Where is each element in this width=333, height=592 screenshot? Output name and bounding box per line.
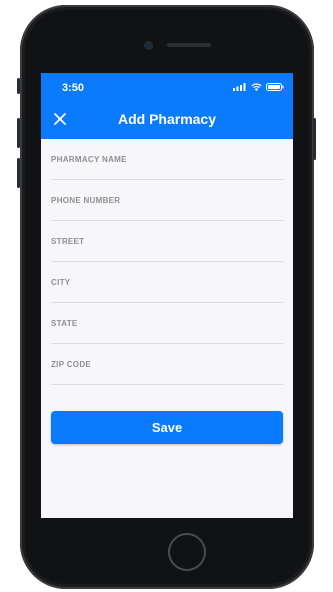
- status-icons: [233, 83, 284, 91]
- pharmacy-form: [51, 139, 283, 385]
- stage: 3:50 Add Pharmacy PHARMACY NAME PHONE NU…: [0, 0, 333, 592]
- state-row: [51, 303, 283, 344]
- city-row: [51, 262, 283, 303]
- phone-number-row: [51, 180, 283, 221]
- zip-code-row: [51, 344, 283, 385]
- city-field[interactable]: [51, 262, 283, 302]
- front-camera-icon: [145, 42, 152, 49]
- page-title: Add Pharmacy: [117, 111, 217, 127]
- battery-icon: [266, 83, 284, 91]
- home-button[interactable]: [168, 533, 206, 571]
- wifi-icon: [251, 83, 262, 91]
- phone-number-field[interactable]: [51, 180, 283, 220]
- volume-down-button: [17, 158, 20, 188]
- pharmacy-name-field[interactable]: [51, 139, 283, 179]
- street-field[interactable]: [51, 221, 283, 261]
- power-button: [313, 118, 316, 160]
- pharmacy-name-row: [51, 139, 283, 180]
- app-screen: 3:50 Add Pharmacy PHARMACY NAME PHONE NU…: [41, 73, 293, 518]
- volume-up-button: [17, 118, 20, 148]
- state-field[interactable]: [51, 303, 283, 343]
- save-button[interactable]: Save: [51, 411, 283, 444]
- signal-icon: [233, 83, 246, 91]
- status-time: 3:50: [62, 82, 85, 94]
- mute-switch: [17, 78, 20, 94]
- zip-code-field[interactable]: [51, 344, 283, 384]
- street-row: [51, 221, 283, 262]
- earpiece-speaker: [167, 43, 211, 47]
- navigation-header: 3:50 Add Pharmacy: [41, 73, 293, 139]
